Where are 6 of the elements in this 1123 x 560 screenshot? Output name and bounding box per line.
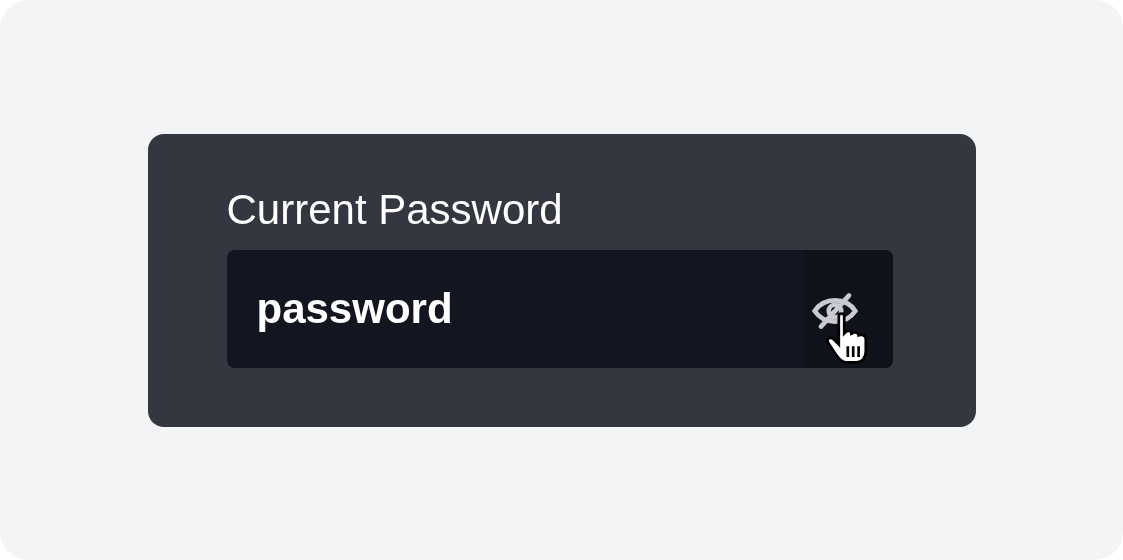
visibility-toggle-button[interactable]: [803, 249, 893, 368]
pointer-hand-icon: [823, 311, 868, 366]
eye-slash-icon: [809, 291, 860, 330]
field-label: Current Password: [226, 184, 564, 235]
password-field[interactable]: password: [226, 249, 893, 368]
password-value: password: [255, 284, 454, 333]
